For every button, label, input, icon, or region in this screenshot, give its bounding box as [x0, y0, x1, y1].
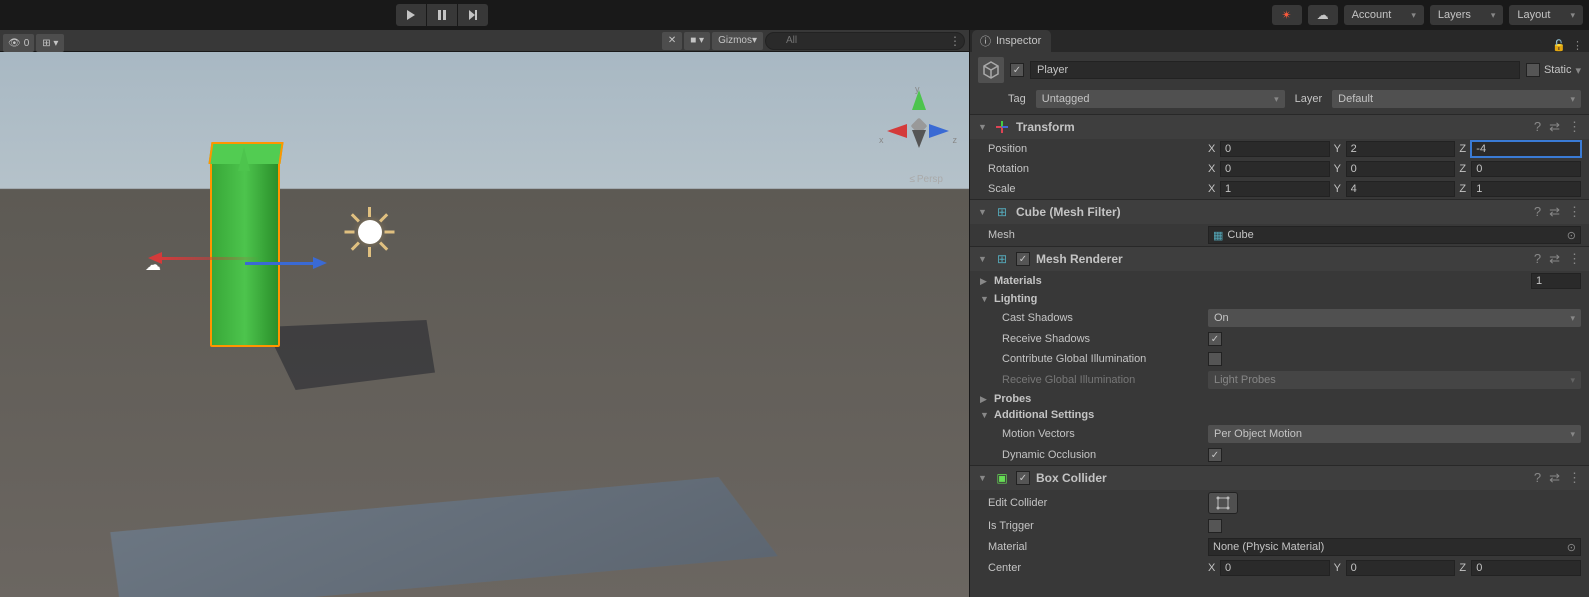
inspector-tab[interactable]: ⓘInspector — [972, 30, 1051, 52]
grid-snap-button[interactable]: ⊞ ▾ — [36, 34, 64, 52]
receive-shadows-checkbox[interactable] — [1208, 332, 1222, 346]
mesh-filter-component: ⊞ Cube (Mesh Filter) ?⇄⋮ Mesh ▦Cube⊙ — [970, 199, 1589, 246]
scale-y[interactable] — [1346, 181, 1456, 197]
transform-component: Transform ?⇄⋮ Position X Y Z Rotation X … — [970, 114, 1589, 199]
play-button[interactable] — [396, 4, 426, 26]
info-icon: ⓘ — [980, 33, 991, 49]
is-trigger-checkbox[interactable] — [1208, 519, 1222, 533]
gizmos-dropdown[interactable]: Gizmos ▾ — [712, 32, 763, 50]
center-y[interactable] — [1346, 560, 1456, 576]
cloud-icon[interactable]: ☁ — [1308, 5, 1338, 25]
player-cube[interactable] — [210, 162, 280, 347]
help-icon[interactable]: ? — [1534, 251, 1541, 267]
tab-menu-icon[interactable]: ⋮ — [1572, 39, 1583, 52]
center-x[interactable] — [1220, 560, 1330, 576]
account-dropdown[interactable]: Account — [1344, 5, 1424, 25]
cast-shadows-dropdown[interactable]: On — [1208, 309, 1581, 327]
position-z[interactable] — [1471, 141, 1581, 157]
transform-header[interactable]: Transform ?⇄⋮ — [970, 115, 1589, 139]
hidden-count-badge[interactable]: 👁0 — [3, 34, 34, 52]
probes-foldout[interactable]: Probes — [970, 391, 1589, 407]
step-button[interactable] — [458, 4, 488, 26]
box-collider-icon: ▣ — [994, 470, 1010, 486]
scale-x[interactable] — [1220, 181, 1330, 197]
rotation-x[interactable] — [1220, 161, 1330, 177]
mesh-renderer-icon: ⊞ — [994, 251, 1010, 267]
preset-icon[interactable]: ⇄ — [1549, 204, 1560, 220]
layout-dropdown[interactable]: Layout — [1509, 5, 1583, 25]
dynamic-occlusion-checkbox[interactable] — [1208, 448, 1222, 462]
receive-gi-dropdown: Light Probes — [1208, 371, 1581, 389]
physic-material-field[interactable]: None (Physic Material)⊙ — [1208, 538, 1581, 556]
active-checkbox[interactable] — [1010, 63, 1024, 77]
component-menu-icon[interactable]: ⋮ — [1568, 251, 1581, 267]
additional-foldout[interactable]: Additional Settings — [970, 407, 1589, 423]
box-collider-enabled[interactable] — [1016, 471, 1030, 485]
position-x[interactable] — [1220, 141, 1330, 157]
object-name-input[interactable] — [1030, 61, 1520, 79]
box-collider-component: ▣ Box Collider ?⇄⋮ Edit Collider Is Trig… — [970, 465, 1589, 578]
center-z[interactable] — [1471, 560, 1581, 576]
mesh-renderer-enabled[interactable] — [1016, 252, 1030, 266]
panel-menu-icon[interactable]: ⋮ — [949, 34, 961, 48]
scene-viewport[interactable]: ☁ y x z Persp — [0, 52, 969, 597]
mesh-renderer-header[interactable]: ⊞ Mesh Renderer ?⇄⋮ — [970, 247, 1589, 271]
lock-icon[interactable]: 🔓 — [1552, 39, 1566, 52]
lighting-foldout[interactable]: Lighting — [970, 291, 1589, 307]
component-menu-icon[interactable]: ⋮ — [1568, 204, 1581, 220]
object-picker-icon[interactable]: ⊙ — [1567, 541, 1576, 554]
cube-shadow — [265, 320, 435, 390]
scale-z[interactable] — [1471, 181, 1581, 197]
tag-label: Tag — [1008, 93, 1026, 105]
mesh-filter-header[interactable]: ⊞ Cube (Mesh Filter) ?⇄⋮ — [970, 200, 1589, 224]
help-icon[interactable]: ? — [1534, 470, 1541, 486]
projection-label[interactable]: Persp — [909, 174, 943, 185]
help-icon[interactable]: ? — [1534, 119, 1541, 135]
motion-vectors-dropdown[interactable]: Per Object Motion — [1208, 425, 1581, 443]
contribute-gi-checkbox[interactable] — [1208, 352, 1222, 366]
tag-dropdown[interactable]: Untagged — [1036, 90, 1285, 108]
camera-gizmo-icon[interactable]: ☁ — [145, 255, 161, 275]
materials-foldout[interactable]: Materials — [970, 271, 1589, 291]
gizmo-x-arrow[interactable] — [160, 257, 260, 260]
position-y[interactable] — [1346, 141, 1456, 157]
object-picker-icon[interactable]: ⊙ — [1567, 229, 1576, 242]
mesh-renderer-component: ⊞ Mesh Renderer ?⇄⋮ Materials Lighting C… — [970, 246, 1589, 465]
rotation-y[interactable] — [1346, 161, 1456, 177]
mesh-filter-icon: ⊞ — [994, 204, 1010, 220]
layer-dropdown[interactable]: Default — [1332, 90, 1581, 108]
mesh-field[interactable]: ▦Cube⊙ — [1208, 226, 1581, 244]
camera-toggle[interactable]: ■ ▾ — [684, 32, 710, 50]
preset-icon[interactable]: ⇄ — [1549, 470, 1560, 486]
gizmo-y-arrow[interactable] — [238, 147, 250, 171]
box-collider-header[interactable]: ▣ Box Collider ?⇄⋮ — [970, 466, 1589, 490]
inspector-panel: ⓘInspector 🔓 ⋮ Static▾ Tag Untagged Layer… — [969, 30, 1589, 597]
preset-icon[interactable]: ⇄ — [1549, 251, 1560, 267]
static-toggle[interactable]: Static▾ — [1526, 63, 1581, 77]
light-gizmo-icon[interactable] — [345, 207, 395, 257]
scene-search-input[interactable] — [765, 32, 965, 50]
floor-plane — [39, 471, 789, 597]
main-toolbar: ✴ ☁ Account Layers Layout — [0, 0, 1589, 30]
collab-icon[interactable]: ✴ — [1272, 5, 1302, 25]
scene-panel: 👁0 ⊞ ▾ ✕ ■ ▾ Gizmos ▾ ⋮ ☁ — [0, 30, 969, 597]
prefab-icon[interactable] — [978, 57, 1004, 83]
rotation-z[interactable] — [1471, 161, 1581, 177]
layer-label: Layer — [1295, 93, 1323, 105]
edit-collider-button[interactable] — [1208, 492, 1238, 514]
scene-toolbar: 👁0 ⊞ ▾ ✕ ■ ▾ Gizmos ▾ ⋮ — [0, 30, 969, 52]
pause-button[interactable] — [427, 4, 457, 26]
orientation-gizmo[interactable]: y x z — [883, 90, 953, 160]
component-menu-icon[interactable]: ⋮ — [1568, 470, 1581, 486]
tools-dropdown[interactable]: ✕ — [662, 32, 682, 50]
help-icon[interactable]: ? — [1534, 204, 1541, 220]
transform-icon — [994, 119, 1010, 135]
preset-icon[interactable]: ⇄ — [1549, 119, 1560, 135]
materials-count[interactable] — [1531, 273, 1581, 289]
gizmo-z-arrow[interactable] — [245, 262, 315, 265]
component-menu-icon[interactable]: ⋮ — [1568, 119, 1581, 135]
layers-dropdown[interactable]: Layers — [1430, 5, 1504, 25]
